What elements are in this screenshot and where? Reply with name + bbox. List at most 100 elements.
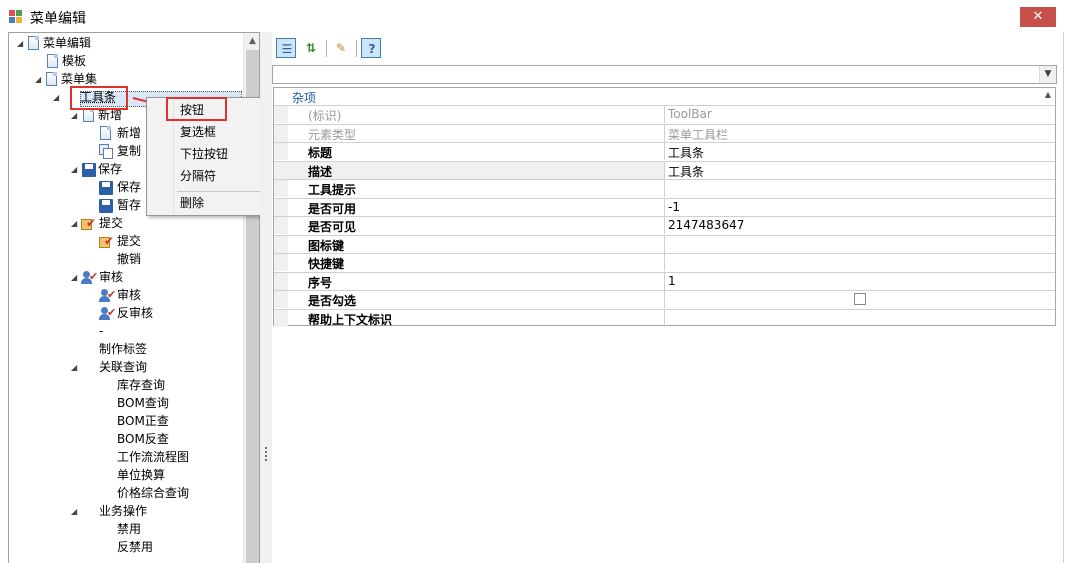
column-divider <box>664 309 665 327</box>
property-row[interactable]: (标识) ToolBar <box>274 105 1055 123</box>
tree-node-label: 反禁用 <box>117 540 154 554</box>
submit-icon: ✔ <box>81 216 97 231</box>
tree-node[interactable]: - <box>0 323 242 340</box>
close-button[interactable]: ✕ <box>1020 7 1056 27</box>
checked-checkbox[interactable] <box>854 293 866 305</box>
category-row[interactable]: 杂项 ▲ <box>274 88 1055 105</box>
tree-node[interactable]: ◢ ✔ 提交 <box>0 215 242 232</box>
menu-item-separator[interactable]: 分隔符 <box>147 165 263 187</box>
app-icon <box>9 10 23 24</box>
collapse-icon[interactable]: ▲ <box>1045 90 1051 99</box>
toolbar-separator <box>326 40 327 57</box>
categorized-icon: ☰ <box>281 42 293 56</box>
tree-node[interactable]: BOM查询 <box>0 395 242 412</box>
splitter[interactable] <box>260 32 272 563</box>
property-row[interactable]: 元素类型 菜单工具栏 <box>274 123 1055 143</box>
chevron-down-icon[interactable]: ▼ <box>1039 66 1056 83</box>
document-icon <box>99 126 113 142</box>
tree-node-label: - <box>99 324 104 338</box>
menu-item-checkbox[interactable]: 复选框 <box>147 121 263 143</box>
expand-arrow-icon[interactable]: ◢ <box>17 35 27 52</box>
selected-name-cell <box>288 161 664 179</box>
tree-node-label: 菜单编辑 <box>43 36 92 50</box>
tree-node[interactable]: 库存查询 <box>0 377 242 394</box>
property-value[interactable]: 工具条 <box>668 144 704 161</box>
tree-node[interactable]: 单位换算 <box>0 467 242 484</box>
object-selector-combo[interactable]: ▼ <box>272 65 1057 84</box>
save-icon <box>99 199 113 213</box>
property-value[interactable]: 工具条 <box>668 163 704 180</box>
row-gutter <box>274 124 288 142</box>
column-divider <box>664 106 665 123</box>
sort-alpha-button[interactable]: ⇅ <box>301 38 321 58</box>
scroll-up-icon[interactable]: ▲ <box>244 33 259 50</box>
tree-node[interactable]: ◢ ✔ 审核 <box>0 269 242 286</box>
column-divider <box>664 124 665 142</box>
tree-node-label: 复制 <box>117 144 142 158</box>
menu-item-delete[interactable]: 删除 <box>147 192 263 214</box>
tree-node[interactable]: 反禁用 <box>0 539 242 556</box>
property-value[interactable]: ToolBar <box>668 107 712 121</box>
tree-node[interactable]: ◢ 业务操作 <box>0 503 242 520</box>
expand-arrow-icon[interactable]: ◢ <box>53 89 63 106</box>
property-row[interactable]: 描述 工具条 <box>274 160 1055 180</box>
property-row[interactable]: 是否可见 2147483647 <box>274 216 1055 234</box>
column-divider <box>664 272 665 290</box>
row-gutter <box>274 161 288 179</box>
tree-node-label: 反审核 <box>117 306 154 320</box>
expand-arrow-icon[interactable]: ◢ <box>71 269 81 286</box>
expand-arrow-icon[interactable]: ◢ <box>35 71 45 88</box>
property-value[interactable]: 1 <box>668 274 676 288</box>
property-row[interactable]: 标题 工具条 <box>274 142 1055 160</box>
tree-node-label: 单位换算 <box>117 468 166 482</box>
save-icon <box>82 163 96 177</box>
tree-node-label: 业务操作 <box>99 504 148 518</box>
tree-node[interactable]: ◢ 菜单编辑 <box>0 35 242 52</box>
tree-node[interactable]: ✔ 审核 <box>0 287 242 304</box>
tree-node-label: 提交 <box>117 234 142 248</box>
tree-node[interactable]: ✔ 反审核 <box>0 305 242 322</box>
property-row[interactable]: 图标键 <box>274 234 1055 253</box>
tree-node[interactable]: 撤销 <box>0 251 242 268</box>
expand-arrow-icon[interactable]: ◢ <box>71 215 81 232</box>
tree-node[interactable]: 价格综合查询 <box>0 485 242 502</box>
column-divider <box>664 291 665 308</box>
property-row[interactable]: 工具提示 <box>274 179 1055 197</box>
property-value[interactable]: 菜单工具栏 <box>668 126 728 143</box>
row-gutter <box>274 106 288 123</box>
categorized-button[interactable]: ☰ <box>276 38 296 58</box>
property-row[interactable]: 是否勾选 <box>274 290 1055 308</box>
property-value[interactable]: 2147483647 <box>668 218 744 232</box>
menu-item-dropdown-button[interactable]: 下拉按钮 <box>147 143 263 165</box>
tree-node[interactable]: 禁用 <box>0 521 242 538</box>
expand-arrow-icon[interactable]: ◢ <box>71 359 81 376</box>
tree-node-label: 保存 <box>117 180 142 194</box>
tree-node[interactable]: 模板 <box>0 53 242 70</box>
help-button[interactable]: ? <box>361 38 381 58</box>
property-name: (标识) <box>308 109 342 123</box>
property-row[interactable]: 帮助上下文标识 <box>274 308 1055 327</box>
audit-icon: ✔ <box>99 288 116 303</box>
property-value[interactable]: -1 <box>668 200 680 214</box>
category-label: 杂项 <box>292 91 317 105</box>
property-row[interactable]: 是否可用 -1 <box>274 197 1055 216</box>
save-icon <box>99 181 113 195</box>
tree-node-label: 撤销 <box>117 252 142 266</box>
property-row[interactable]: 序号 1 <box>274 271 1055 290</box>
window-edge <box>1063 32 1064 563</box>
window-title: 菜单编辑 <box>30 11 86 27</box>
row-gutter <box>274 143 288 160</box>
tree-node[interactable]: BOM正查 <box>0 413 242 430</box>
tree-node[interactable]: 工作流流程图 <box>0 449 242 466</box>
expand-arrow-icon[interactable]: ◢ <box>71 503 81 520</box>
property-row[interactable]: 快捷键 <box>274 253 1055 271</box>
property-pages-button[interactable]: ✎ <box>331 38 351 58</box>
tree-node[interactable]: ✔ 提交 <box>0 233 242 250</box>
splitter-grip-icon[interactable] <box>265 447 267 461</box>
expand-arrow-icon[interactable]: ◢ <box>71 161 81 178</box>
tree-node[interactable]: 制作标签 <box>0 341 242 358</box>
tree-node[interactable]: BOM反查 <box>0 431 242 448</box>
tree-node[interactable]: ◢ 关联查询 <box>0 359 242 376</box>
tree-node-label: 模板 <box>62 54 87 68</box>
document-icon <box>45 72 59 88</box>
